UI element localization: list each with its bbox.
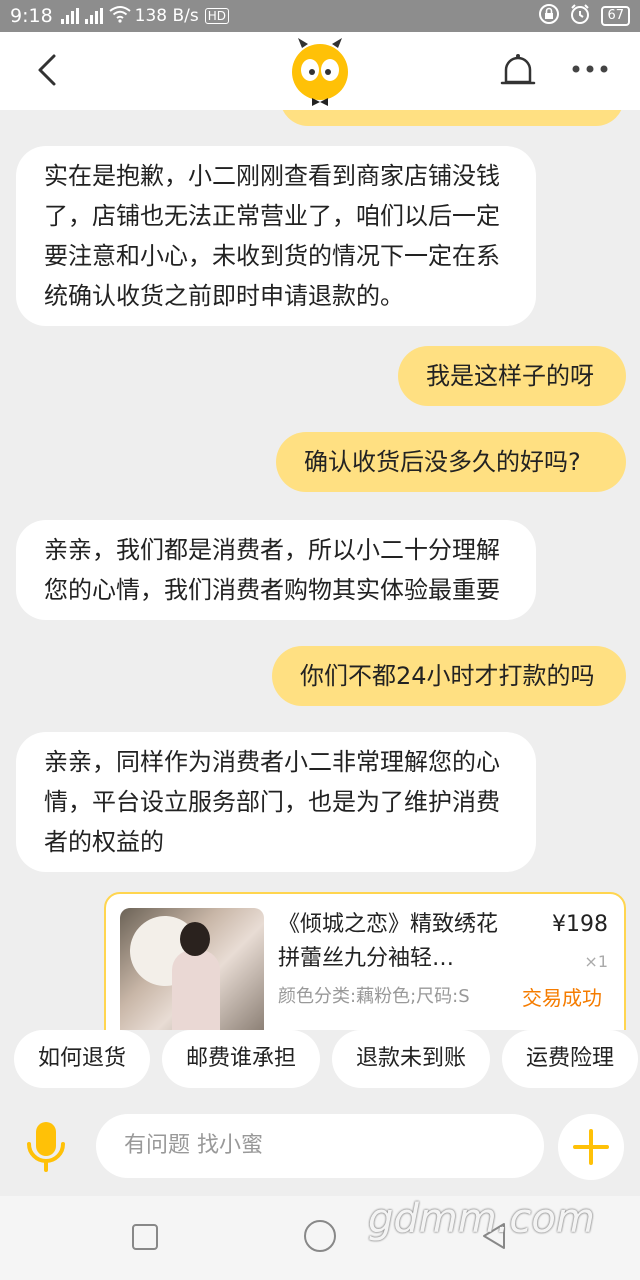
voice-input-button[interactable] xyxy=(16,1112,76,1182)
message-bubble-user: 我是这样子的呀 xyxy=(398,346,626,406)
message-input[interactable]: 有问题 找小蜜 xyxy=(96,1114,544,1178)
wifi-icon xyxy=(109,5,131,28)
order-status: 交易成功 xyxy=(522,986,602,1010)
message-line: 了，店铺也无法正常营业了，咱们以后一定 xyxy=(44,202,500,230)
more-options-button[interactable] xyxy=(568,54,612,84)
message-line: 者的权益的 xyxy=(44,828,164,856)
quick-reply-chip[interactable]: 退款未到账 xyxy=(332,1030,491,1088)
product-order-card[interactable]: 《倾城之恋》精致绣花拼蕾丝九分袖轻… 颜色分类:藕粉色;尺码:S ¥198 ×1… xyxy=(104,892,626,1030)
message-bubble-agent: 亲亲，我们都是消费者，所以小二十分理解 您的心情，我们消费者购物其实体验最重要 xyxy=(16,520,536,620)
message-bubble-user: 你们不都24小时才打款的吗 xyxy=(272,646,626,706)
home-button[interactable] xyxy=(302,1218,338,1258)
product-title: 《倾城之恋》精致绣花拼蕾丝九分袖轻… xyxy=(278,912,499,971)
battery-indicator: 67 xyxy=(601,6,630,26)
more-actions-button[interactable] xyxy=(558,1114,624,1180)
product-price: ¥198 xyxy=(552,912,608,937)
message-bubble-partial xyxy=(280,110,624,126)
microphone-icon xyxy=(27,1122,65,1172)
signal-icon xyxy=(60,8,79,24)
chat-header xyxy=(0,32,640,110)
network-speed: 138 B/s xyxy=(134,6,199,26)
recents-button[interactable] xyxy=(130,1222,160,1256)
message-bubble-agent: 实在是抱歉，小二刚刚查看到商家店铺没钱 了，店铺也无法正常营业了，咱们以后一定 … xyxy=(16,146,536,326)
message-line: 您的心情，我们消费者购物其实体验最重要 xyxy=(44,576,500,604)
input-bar: 有问题 找小蜜 xyxy=(0,1100,640,1196)
quick-reply-bar: 如何退货 邮费谁承担 退款未到账 运费险理 xyxy=(0,1030,640,1100)
message-line: 情，平台设立服务部门，也是为了维护消费 xyxy=(44,788,500,816)
message-line: 亲亲，同样作为消费者小二非常理解您的心 xyxy=(44,748,500,776)
circle-icon xyxy=(304,1220,336,1252)
product-spec: 颜色分类:藕粉色;尺码:S xyxy=(278,986,470,1007)
notification-button[interactable] xyxy=(496,50,540,94)
chevron-left-icon xyxy=(38,54,56,86)
message-line: 亲亲，我们都是消费者，所以小二十分理解 xyxy=(44,536,500,564)
plus-icon xyxy=(573,1129,609,1165)
product-thumbnail xyxy=(120,908,264,1030)
alarm-icon xyxy=(569,3,591,30)
lock-icon xyxy=(539,3,560,29)
assistant-mascot-logo xyxy=(288,38,352,108)
message-line: 要注意和小心，未收到货的情况下一定在系 xyxy=(44,242,500,270)
message-line: 我是这样子的呀 xyxy=(426,362,594,390)
message-line: 你们不都24小时才打款的吗 xyxy=(300,662,595,690)
message-bubble-agent: 亲亲，同样作为消费者小二非常理解您的心 情，平台设立服务部门，也是为了维护消费 … xyxy=(16,732,536,872)
status-time: 9:18 xyxy=(10,5,53,27)
watermark: gdmm.com xyxy=(368,1196,595,1242)
message-line: 实在是抱歉，小二刚刚查看到商家店铺没钱 xyxy=(44,162,500,190)
status-bar: 9:18 138 B/s HD 67 xyxy=(0,0,640,32)
bell-icon xyxy=(500,54,536,85)
message-line: 确认收货后没多久的好吗? xyxy=(304,448,581,476)
message-bubble-user: 确认收货后没多久的好吗? xyxy=(276,432,626,492)
quick-reply-chip[interactable]: 运费险理 xyxy=(502,1030,639,1088)
product-quantity: ×1 xyxy=(584,952,608,971)
quick-reply-chip[interactable]: 邮费谁承担 xyxy=(162,1030,321,1088)
back-button[interactable] xyxy=(28,50,68,90)
more-dots-icon xyxy=(572,65,608,73)
square-icon xyxy=(132,1224,158,1250)
chat-message-list[interactable]: 实在是抱歉，小二刚刚查看到商家店铺没钱 了，店铺也无法正常营业了，咱们以后一定 … xyxy=(0,110,640,1030)
signal-2-icon xyxy=(84,8,103,24)
hd-badge: HD xyxy=(204,8,230,24)
quick-reply-chip[interactable]: 如何退货 xyxy=(14,1030,151,1088)
message-line: 统确认收货之前即时申请退款的。 xyxy=(44,282,404,310)
